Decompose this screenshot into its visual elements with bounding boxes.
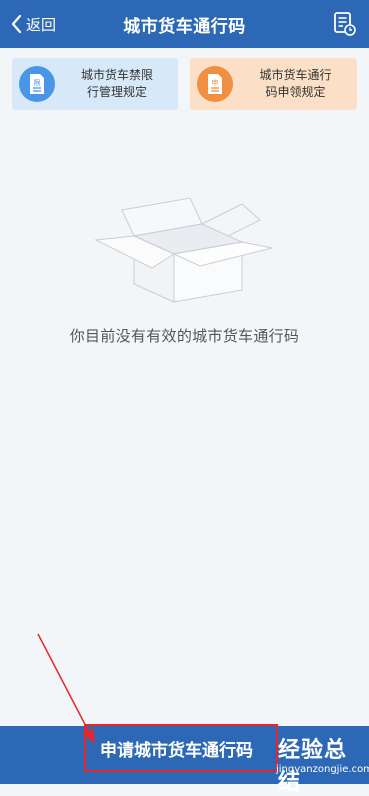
- pass-application-rules-card[interactable]: 申 城市货车通行 码申领规定: [190, 58, 357, 110]
- regulation-cards: 限 城市货车禁限 行管理规定 申 城市货车通行 码申领规定: [12, 58, 357, 110]
- empty-box-icon: [94, 197, 273, 303]
- restriction-rules-card[interactable]: 限 城市货车禁限 行管理规定: [12, 58, 178, 110]
- card-label-line-2: 行管理规定: [86, 85, 147, 99]
- card-label-line-2: 码申领规定: [265, 85, 326, 99]
- svg-text:申: 申: [212, 78, 219, 87]
- empty-state-message: 你目前没有有效的城市货车通行码: [69, 327, 300, 345]
- apply-pass-button-label: 申请城市货车通行码: [100, 740, 253, 761]
- apply-document-icon: 申: [197, 66, 233, 102]
- card-label-line-1: 城市货车通行: [259, 68, 332, 82]
- limit-document-icon: 限: [19, 66, 55, 102]
- watermark: 经验总结 jingyanzongjie.com: [276, 730, 369, 795]
- card-label-line-1: 城市货车禁限: [80, 68, 153, 82]
- page-title: 城市货车通行码: [123, 17, 246, 37]
- annotation-arrow-icon: [37, 633, 95, 744]
- document-clock-icon[interactable]: [333, 11, 357, 41]
- apply-pass-button[interactable]: 申请城市货车通行码: [84, 724, 278, 772]
- watermark-url: jingyanzongjie.com: [276, 764, 369, 775]
- top-nav-bar: 返回 城市货车通行码: [0, 0, 369, 48]
- svg-text:限: 限: [34, 78, 41, 87]
